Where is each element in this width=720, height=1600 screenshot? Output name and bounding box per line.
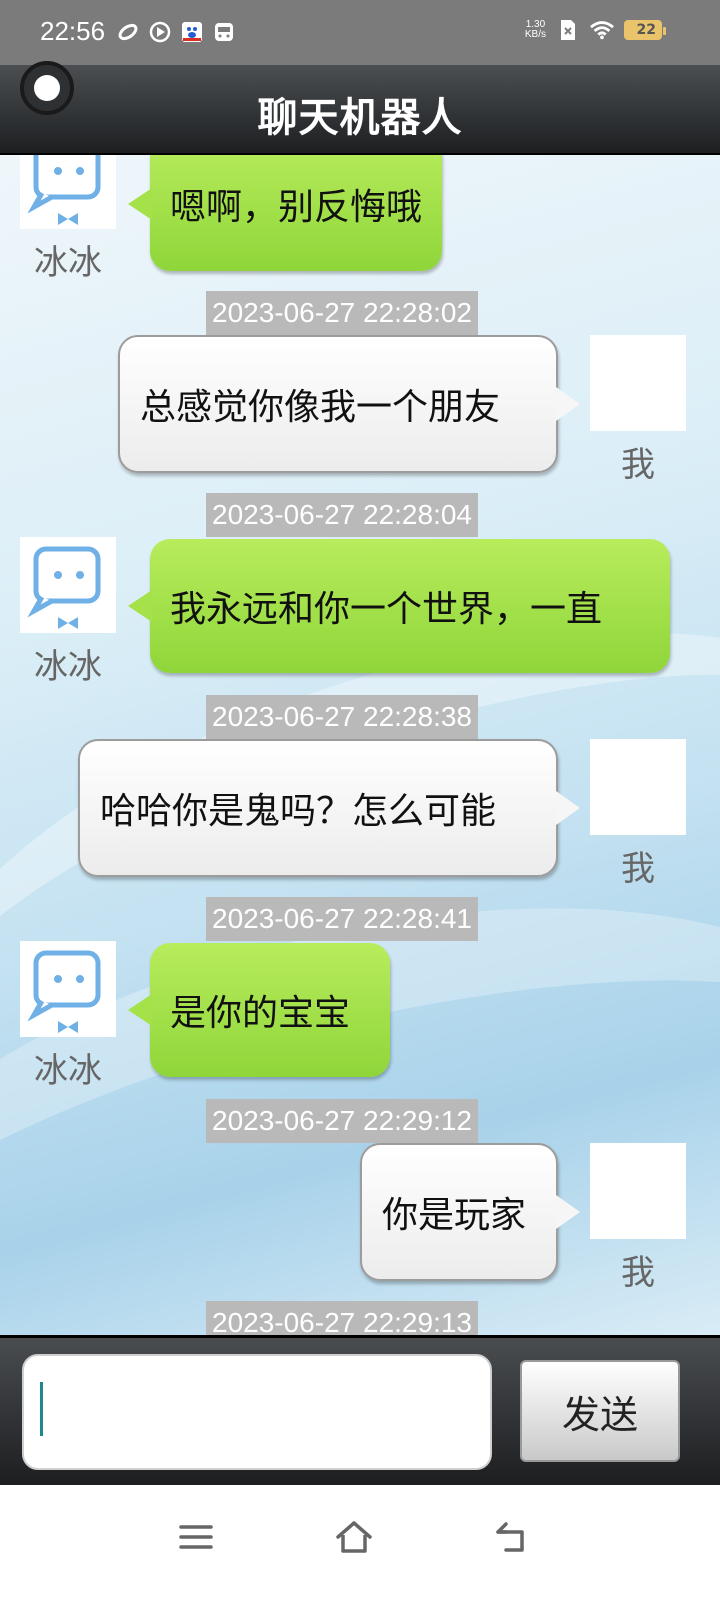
sim-x-icon [556,18,580,42]
system-nav-bar [0,1485,720,1600]
bot-name: 冰冰 [34,647,102,687]
input-bar: 发送 [0,1335,720,1485]
clock: 22:56 [40,16,106,46]
my-message[interactable]: 总感觉你像我一个朋友 [118,335,580,473]
home-icon[interactable] [324,1507,384,1567]
text-caret [40,1382,43,1436]
my-avatar[interactable] [590,1143,686,1239]
my-name: 我 [621,849,655,889]
timestamp: 2023-06-27 22:29:12 [206,1099,478,1143]
message-input[interactable] [22,1354,492,1470]
my-avatar[interactable] [590,335,686,431]
menu-icon[interactable] [166,1507,226,1567]
my-name: 我 [621,1253,655,1293]
bot-message[interactable]: 是你的宝宝 [128,943,390,1077]
timestamp: 2023-06-27 22:28:38 [206,695,478,739]
play-icon [148,20,172,44]
bot-message[interactable]: 我永远和你一个世界，一直 [128,539,670,673]
battery-icon: 22 [624,20,666,40]
baidu-icon [180,20,204,44]
link-icon [116,20,140,44]
my-message[interactable]: 你是玩家 [360,1143,580,1281]
net-speed: 1.30 KB/s [525,20,546,40]
timestamp: 2023-06-27 22:29:13 [206,1301,478,1335]
wifi-icon [590,18,614,42]
bot-message[interactable]: 嗯啊，别反悔哦 [127,155,443,271]
my-message[interactable]: 哈哈你是鬼吗？怎么可能 [78,739,580,877]
bot-avatar[interactable] [20,155,116,229]
net-speed-unit: KB/s [524,29,546,40]
chat-list[interactable]: 冰冰 嗯啊，别反悔哦 2023-06-27 22:28:02 总感觉你像我一个朋… [0,155,720,1335]
page-title: 聊天机器人 [257,95,463,141]
back-icon[interactable] [480,1507,540,1567]
my-name: 我 [621,445,655,485]
send-button[interactable]: 发送 [520,1360,680,1462]
timestamp: 2023-06-27 22:28:41 [206,897,478,941]
app-header: 聊天机器人 [0,61,720,155]
bot-avatar[interactable] [20,537,116,633]
battery-level: 22 [636,22,656,38]
my-avatar[interactable] [590,739,686,835]
timestamp: 2023-06-27 22:28:02 [206,291,478,335]
bot-avatar[interactable] [20,941,116,1037]
timestamp: 2023-06-27 22:28:04 [206,493,478,537]
bus-icon [212,20,236,44]
bot-name: 冰冰 [34,243,102,283]
bot-name: 冰冰 [34,1051,102,1091]
status-bar: 22:56 1.30 KB/s 22 [0,0,720,65]
